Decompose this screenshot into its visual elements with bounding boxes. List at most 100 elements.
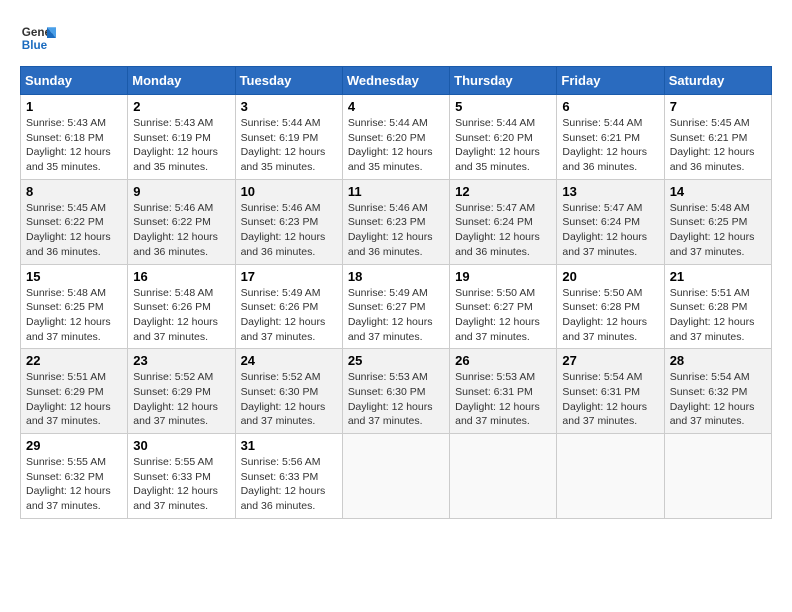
weekday-header-tuesday: Tuesday xyxy=(235,67,342,95)
day-number: 1 xyxy=(26,99,122,114)
day-info: Sunrise: 5:45 AM Sunset: 6:21 PM Dayligh… xyxy=(670,116,766,175)
page-header: General Blue xyxy=(20,20,772,56)
calendar-table: SundayMondayTuesdayWednesdayThursdayFrid… xyxy=(20,66,772,519)
day-number: 25 xyxy=(348,353,444,368)
empty-cell xyxy=(342,434,449,519)
day-info: Sunrise: 5:54 AM Sunset: 6:32 PM Dayligh… xyxy=(670,370,766,429)
day-number: 19 xyxy=(455,269,551,284)
day-number: 27 xyxy=(562,353,658,368)
day-info: Sunrise: 5:51 AM Sunset: 6:29 PM Dayligh… xyxy=(26,370,122,429)
day-number: 17 xyxy=(241,269,337,284)
day-info: Sunrise: 5:43 AM Sunset: 6:18 PM Dayligh… xyxy=(26,116,122,175)
calendar-day-cell: 14 Sunrise: 5:48 AM Sunset: 6:25 PM Dayl… xyxy=(664,179,771,264)
weekday-header-saturday: Saturday xyxy=(664,67,771,95)
calendar-day-cell: 3 Sunrise: 5:44 AM Sunset: 6:19 PM Dayli… xyxy=(235,95,342,180)
weekday-header-monday: Monday xyxy=(128,67,235,95)
day-number: 9 xyxy=(133,184,229,199)
day-info: Sunrise: 5:50 AM Sunset: 6:28 PM Dayligh… xyxy=(562,286,658,345)
calendar-week-row: 1 Sunrise: 5:43 AM Sunset: 6:18 PM Dayli… xyxy=(21,95,772,180)
calendar-day-cell: 8 Sunrise: 5:45 AM Sunset: 6:22 PM Dayli… xyxy=(21,179,128,264)
calendar-day-cell: 4 Sunrise: 5:44 AM Sunset: 6:20 PM Dayli… xyxy=(342,95,449,180)
empty-cell xyxy=(450,434,557,519)
day-number: 23 xyxy=(133,353,229,368)
day-number: 21 xyxy=(670,269,766,284)
calendar-week-row: 29 Sunrise: 5:55 AM Sunset: 6:32 PM Dayl… xyxy=(21,434,772,519)
calendar-day-cell: 13 Sunrise: 5:47 AM Sunset: 6:24 PM Dayl… xyxy=(557,179,664,264)
day-info: Sunrise: 5:51 AM Sunset: 6:28 PM Dayligh… xyxy=(670,286,766,345)
day-info: Sunrise: 5:48 AM Sunset: 6:25 PM Dayligh… xyxy=(670,201,766,260)
day-info: Sunrise: 5:49 AM Sunset: 6:26 PM Dayligh… xyxy=(241,286,337,345)
calendar-day-cell: 10 Sunrise: 5:46 AM Sunset: 6:23 PM Dayl… xyxy=(235,179,342,264)
calendar-day-cell: 24 Sunrise: 5:52 AM Sunset: 6:30 PM Dayl… xyxy=(235,349,342,434)
day-number: 26 xyxy=(455,353,551,368)
day-number: 4 xyxy=(348,99,444,114)
calendar-week-row: 22 Sunrise: 5:51 AM Sunset: 6:29 PM Dayl… xyxy=(21,349,772,434)
day-number: 10 xyxy=(241,184,337,199)
day-info: Sunrise: 5:50 AM Sunset: 6:27 PM Dayligh… xyxy=(455,286,551,345)
day-info: Sunrise: 5:46 AM Sunset: 6:22 PM Dayligh… xyxy=(133,201,229,260)
calendar-day-cell: 26 Sunrise: 5:53 AM Sunset: 6:31 PM Dayl… xyxy=(450,349,557,434)
day-info: Sunrise: 5:53 AM Sunset: 6:31 PM Dayligh… xyxy=(455,370,551,429)
calendar-day-cell: 11 Sunrise: 5:46 AM Sunset: 6:23 PM Dayl… xyxy=(342,179,449,264)
calendar-day-cell: 30 Sunrise: 5:55 AM Sunset: 6:33 PM Dayl… xyxy=(128,434,235,519)
day-number: 6 xyxy=(562,99,658,114)
day-info: Sunrise: 5:44 AM Sunset: 6:19 PM Dayligh… xyxy=(241,116,337,175)
day-number: 7 xyxy=(670,99,766,114)
calendar-day-cell: 18 Sunrise: 5:49 AM Sunset: 6:27 PM Dayl… xyxy=(342,264,449,349)
logo: General Blue xyxy=(20,20,56,56)
day-info: Sunrise: 5:55 AM Sunset: 6:33 PM Dayligh… xyxy=(133,455,229,514)
day-info: Sunrise: 5:43 AM Sunset: 6:19 PM Dayligh… xyxy=(133,116,229,175)
day-info: Sunrise: 5:54 AM Sunset: 6:31 PM Dayligh… xyxy=(562,370,658,429)
day-number: 2 xyxy=(133,99,229,114)
weekday-header-friday: Friday xyxy=(557,67,664,95)
svg-text:Blue: Blue xyxy=(22,39,48,52)
calendar-day-cell: 29 Sunrise: 5:55 AM Sunset: 6:32 PM Dayl… xyxy=(21,434,128,519)
calendar-day-cell: 17 Sunrise: 5:49 AM Sunset: 6:26 PM Dayl… xyxy=(235,264,342,349)
day-info: Sunrise: 5:53 AM Sunset: 6:30 PM Dayligh… xyxy=(348,370,444,429)
calendar-day-cell: 23 Sunrise: 5:52 AM Sunset: 6:29 PM Dayl… xyxy=(128,349,235,434)
weekday-header-thursday: Thursday xyxy=(450,67,557,95)
calendar-day-cell: 31 Sunrise: 5:56 AM Sunset: 6:33 PM Dayl… xyxy=(235,434,342,519)
day-info: Sunrise: 5:48 AM Sunset: 6:26 PM Dayligh… xyxy=(133,286,229,345)
day-number: 14 xyxy=(670,184,766,199)
day-number: 30 xyxy=(133,438,229,453)
calendar-day-cell: 7 Sunrise: 5:45 AM Sunset: 6:21 PM Dayli… xyxy=(664,95,771,180)
day-number: 5 xyxy=(455,99,551,114)
day-info: Sunrise: 5:49 AM Sunset: 6:27 PM Dayligh… xyxy=(348,286,444,345)
day-number: 24 xyxy=(241,353,337,368)
day-number: 11 xyxy=(348,184,444,199)
day-info: Sunrise: 5:44 AM Sunset: 6:21 PM Dayligh… xyxy=(562,116,658,175)
calendar-day-cell: 16 Sunrise: 5:48 AM Sunset: 6:26 PM Dayl… xyxy=(128,264,235,349)
calendar-day-cell: 27 Sunrise: 5:54 AM Sunset: 6:31 PM Dayl… xyxy=(557,349,664,434)
calendar-day-cell: 21 Sunrise: 5:51 AM Sunset: 6:28 PM Dayl… xyxy=(664,264,771,349)
empty-cell xyxy=(664,434,771,519)
day-number: 18 xyxy=(348,269,444,284)
calendar-day-cell: 12 Sunrise: 5:47 AM Sunset: 6:24 PM Dayl… xyxy=(450,179,557,264)
calendar-week-row: 15 Sunrise: 5:48 AM Sunset: 6:25 PM Dayl… xyxy=(21,264,772,349)
day-info: Sunrise: 5:47 AM Sunset: 6:24 PM Dayligh… xyxy=(562,201,658,260)
calendar-day-cell: 5 Sunrise: 5:44 AM Sunset: 6:20 PM Dayli… xyxy=(450,95,557,180)
weekday-header-sunday: Sunday xyxy=(21,67,128,95)
weekday-header-wednesday: Wednesday xyxy=(342,67,449,95)
calendar-day-cell: 6 Sunrise: 5:44 AM Sunset: 6:21 PM Dayli… xyxy=(557,95,664,180)
day-number: 31 xyxy=(241,438,337,453)
day-number: 16 xyxy=(133,269,229,284)
day-info: Sunrise: 5:45 AM Sunset: 6:22 PM Dayligh… xyxy=(26,201,122,260)
calendar-day-cell: 25 Sunrise: 5:53 AM Sunset: 6:30 PM Dayl… xyxy=(342,349,449,434)
day-info: Sunrise: 5:46 AM Sunset: 6:23 PM Dayligh… xyxy=(241,201,337,260)
calendar-header: SundayMondayTuesdayWednesdayThursdayFrid… xyxy=(21,67,772,95)
day-number: 13 xyxy=(562,184,658,199)
day-info: Sunrise: 5:48 AM Sunset: 6:25 PM Dayligh… xyxy=(26,286,122,345)
day-info: Sunrise: 5:44 AM Sunset: 6:20 PM Dayligh… xyxy=(455,116,551,175)
calendar-day-cell: 2 Sunrise: 5:43 AM Sunset: 6:19 PM Dayli… xyxy=(128,95,235,180)
calendar-day-cell: 20 Sunrise: 5:50 AM Sunset: 6:28 PM Dayl… xyxy=(557,264,664,349)
calendar-day-cell: 28 Sunrise: 5:54 AM Sunset: 6:32 PM Dayl… xyxy=(664,349,771,434)
day-info: Sunrise: 5:44 AM Sunset: 6:20 PM Dayligh… xyxy=(348,116,444,175)
calendar-week-row: 8 Sunrise: 5:45 AM Sunset: 6:22 PM Dayli… xyxy=(21,179,772,264)
calendar-day-cell: 9 Sunrise: 5:46 AM Sunset: 6:22 PM Dayli… xyxy=(128,179,235,264)
calendar-day-cell: 22 Sunrise: 5:51 AM Sunset: 6:29 PM Dayl… xyxy=(21,349,128,434)
day-number: 12 xyxy=(455,184,551,199)
day-number: 29 xyxy=(26,438,122,453)
day-info: Sunrise: 5:52 AM Sunset: 6:29 PM Dayligh… xyxy=(133,370,229,429)
empty-cell xyxy=(557,434,664,519)
